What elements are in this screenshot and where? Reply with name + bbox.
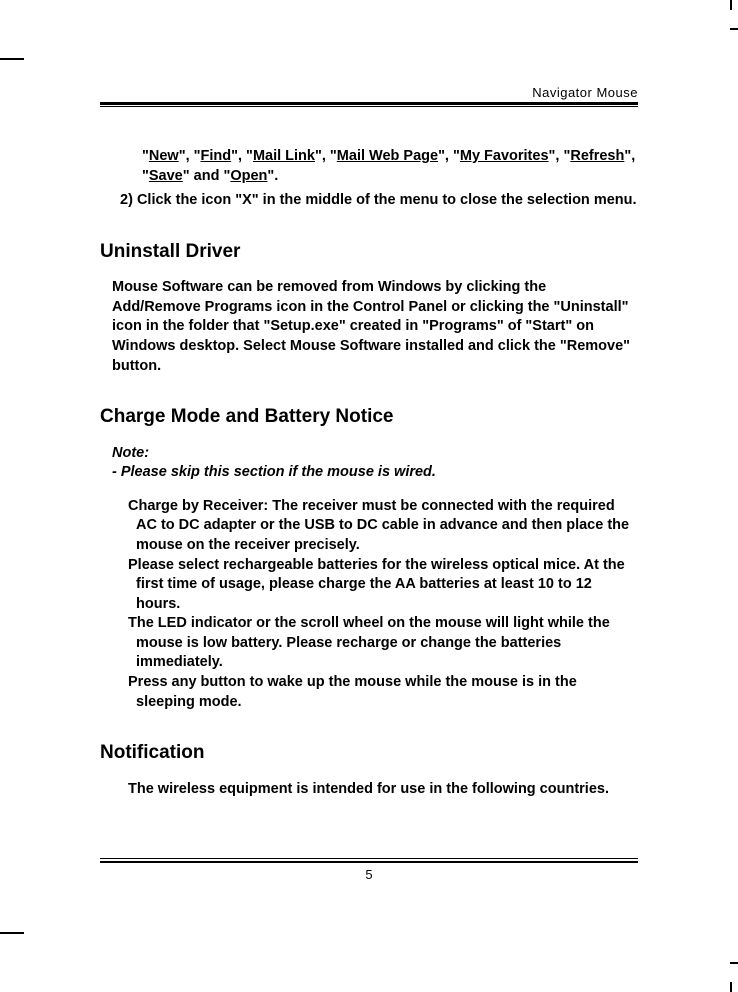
heading-uninstall: Uninstall Driver — [100, 239, 638, 265]
link-new: New — [149, 148, 179, 164]
charge-note-body: - Please skip this section if the mouse … — [112, 463, 638, 483]
link-refresh: Refresh — [570, 148, 624, 164]
charge-item: The LED indicator or the scroll wheel on… — [128, 614, 638, 673]
step-label: 2) — [120, 192, 133, 208]
charge-item: Please select rechargeable batteries for… — [128, 556, 638, 615]
page-number: 5 — [100, 867, 638, 882]
footer-rule — [100, 858, 638, 859]
link-mail-web-page: Mail Web Page — [337, 148, 438, 164]
link-mail-link: Mail Link — [253, 148, 315, 164]
running-header: Navigator Mouse — [100, 85, 638, 102]
body-content: "New", "Find", "Mail Link", "Mail Web Pa… — [100, 147, 638, 799]
header-rule — [100, 102, 638, 105]
header-rule — [100, 106, 638, 107]
link-list: "New", "Find", "Mail Link", "Mail Web Pa… — [142, 147, 638, 186]
link-open: Open — [230, 168, 267, 184]
notification-text: The wireless equipment is intended for u… — [128, 780, 638, 800]
step-2: 2) Click the icon "X" in the middle of t… — [120, 191, 638, 211]
footer: 5 — [100, 858, 638, 882]
link-my-favorites: My Favorites — [460, 148, 549, 164]
crop-mark — [730, 28, 738, 30]
step-text: Click the icon "X" in the middle of the … — [137, 192, 637, 208]
heading-notification: Notification — [100, 740, 638, 766]
footer-rule — [100, 861, 638, 863]
link-find: Find — [201, 148, 232, 164]
page-frame: Navigator Mouse "New", "Find", "Mail Lin… — [100, 85, 638, 882]
crop-mark — [0, 932, 24, 934]
crop-mark — [730, 982, 732, 992]
charge-items: Charge by Receiver: The receiver must be… — [128, 497, 638, 712]
charge-note-label: Note: — [112, 444, 638, 464]
charge-item: Charge by Receiver: The receiver must be… — [128, 497, 638, 556]
uninstall-body: Mouse Software can be removed from Windo… — [112, 278, 638, 376]
notification-body: The wireless equipment is intended for u… — [128, 780, 638, 800]
crop-mark — [730, 0, 732, 10]
link-save: Save — [149, 168, 183, 184]
crop-mark — [0, 58, 24, 60]
crop-mark — [730, 962, 738, 964]
charge-item: Press any button to wake up the mouse wh… — [128, 673, 638, 712]
heading-charge: Charge Mode and Battery Notice — [100, 404, 638, 430]
